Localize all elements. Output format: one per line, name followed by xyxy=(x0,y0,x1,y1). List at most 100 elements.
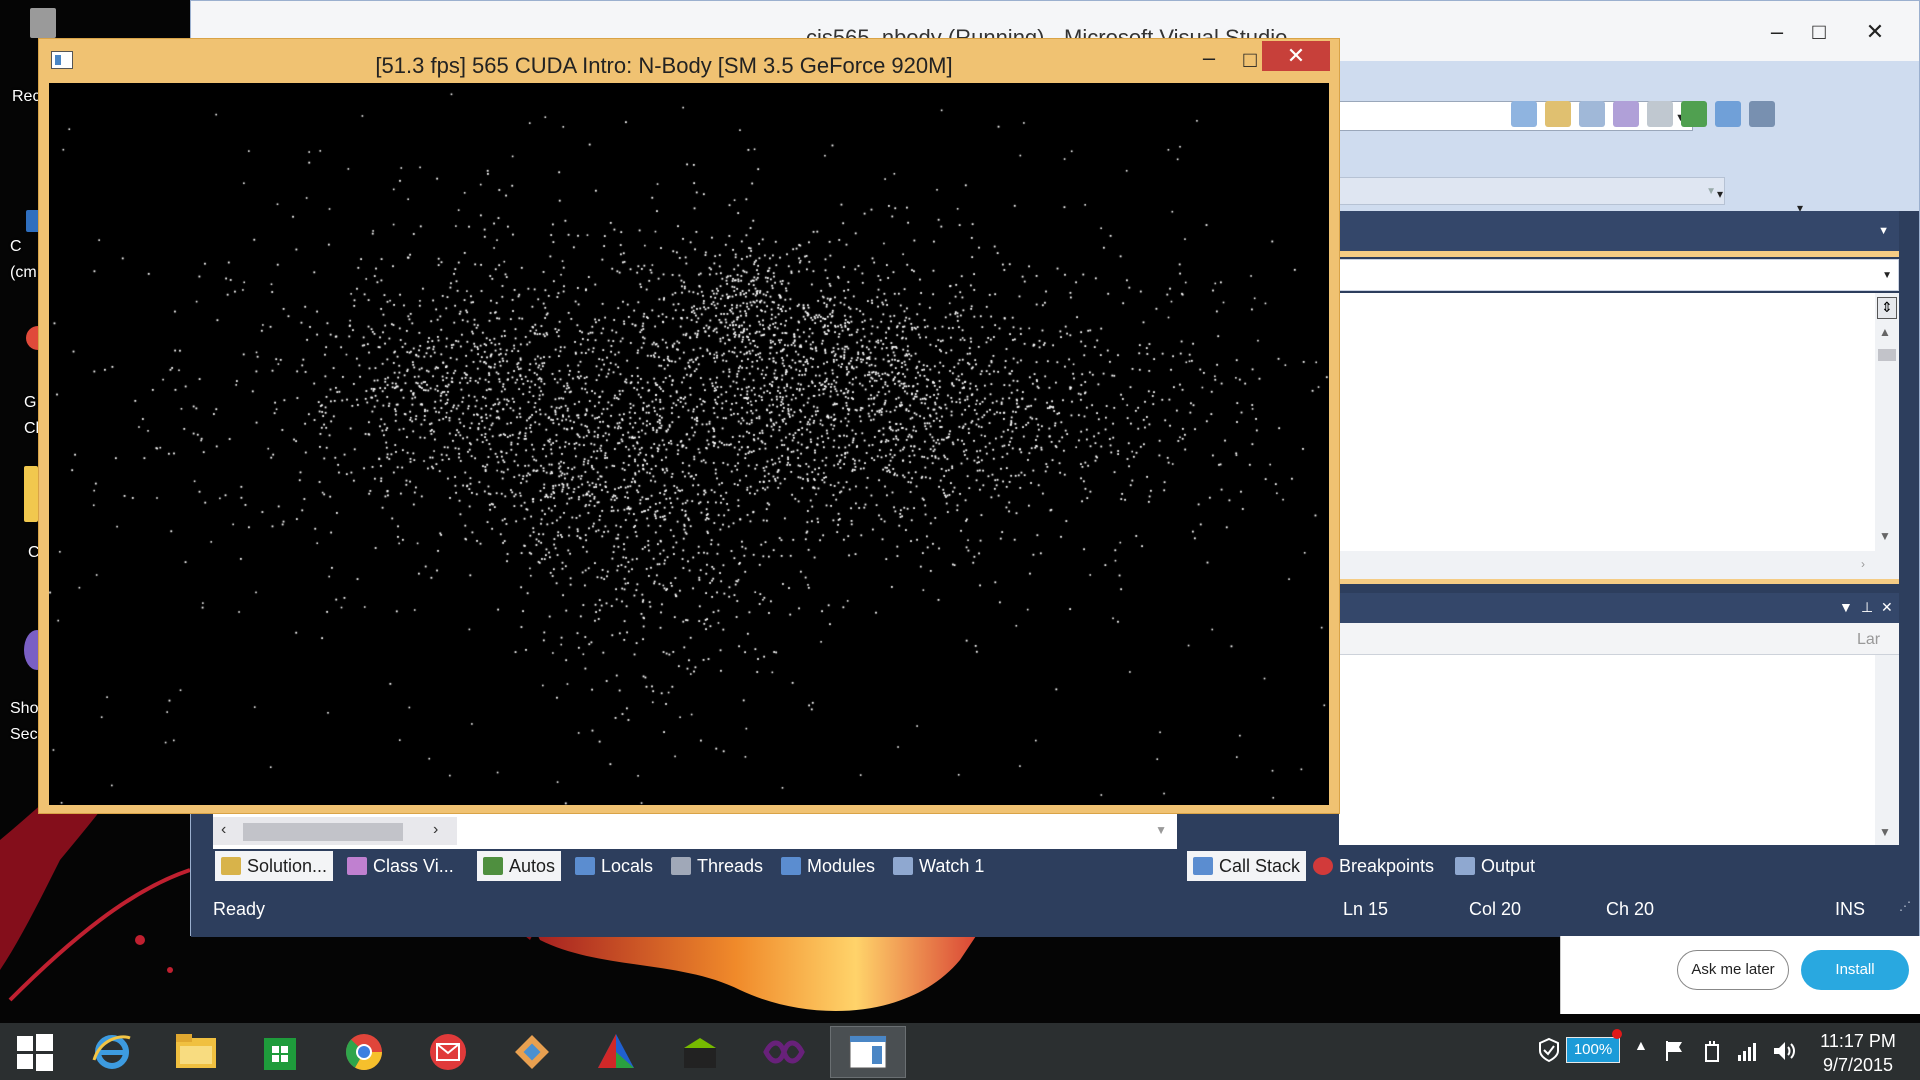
scroll-up-icon[interactable]: ▲ xyxy=(1879,325,1891,339)
visual-studio-icon xyxy=(763,1040,805,1064)
clock-date[interactable]: 9/7/2015 xyxy=(1818,1055,1898,1076)
status-char: Ch 20 xyxy=(1606,899,1655,919)
tab-class-view[interactable]: Class Vi... xyxy=(341,851,460,881)
store-taskbar-button[interactable] xyxy=(242,1026,318,1078)
watch-icon xyxy=(893,857,913,875)
scroll-right-icon[interactable]: › xyxy=(1861,557,1865,571)
action-center-flag-icon[interactable] xyxy=(1664,1039,1686,1068)
tab-label: Autos xyxy=(509,855,556,876)
mail-taskbar-button[interactable] xyxy=(410,1026,486,1078)
output-panel-titlebar: ▼ ⊥ ✕ xyxy=(1339,593,1899,623)
network-signal-icon[interactable] xyxy=(1736,1039,1760,1068)
tab-label: Output xyxy=(1481,855,1536,876)
scroll-thumb[interactable] xyxy=(243,823,403,841)
tab-threads[interactable]: Threads xyxy=(665,851,769,881)
windows-logo-icon xyxy=(17,1034,53,1071)
navigation-combo[interactable]: ▼ xyxy=(1339,259,1899,291)
open-folder-icon[interactable] xyxy=(1545,101,1571,127)
threads-icon xyxy=(671,857,691,875)
status-line: Ln 15 xyxy=(1343,899,1389,919)
scroll-down-icon[interactable]: ▼ xyxy=(1155,823,1167,837)
scroll-left-icon[interactable]: ‹ xyxy=(221,821,226,839)
autos-pane[interactable]: ▼ xyxy=(475,813,1177,849)
panel-close-icon[interactable]: ✕ xyxy=(1881,599,1893,616)
nbody-window: [51.3 fps] 565 CUDA Intro: N-Body [SM 3.… xyxy=(38,38,1340,814)
install-button[interactable]: Install xyxy=(1801,950,1909,990)
properties-icon[interactable] xyxy=(1579,101,1605,127)
chrome-icon xyxy=(345,1034,382,1071)
cmake-taskbar-button[interactable] xyxy=(578,1026,654,1078)
internet-explorer-taskbar-button[interactable] xyxy=(74,1026,150,1078)
call-stack-panel[interactable] xyxy=(1339,655,1875,845)
visual-studio-taskbar-button[interactable] xyxy=(746,1026,822,1078)
scroll-down-icon[interactable]: ▼ xyxy=(1879,825,1891,839)
resize-grip-icon[interactable]: ⋰ xyxy=(1899,899,1911,913)
pin-icon[interactable]: ⊥ xyxy=(1861,599,1873,616)
battery-indicator[interactable]: 100% xyxy=(1566,1037,1620,1063)
tab-list-dropdown-icon[interactable]: ▼ xyxy=(1878,225,1889,237)
editor-horizontal-scrollbar[interactable]: › xyxy=(1339,551,1899,579)
tab-modules[interactable]: Modules xyxy=(775,851,881,881)
git-taskbar-button[interactable] xyxy=(494,1026,570,1078)
file-explorer-taskbar-button[interactable] xyxy=(158,1026,234,1078)
document-tabbar: ▼ xyxy=(1339,211,1899,251)
output-icon xyxy=(1455,857,1475,875)
start-page-icon[interactable] xyxy=(1681,101,1707,127)
tab-call-stack[interactable]: Call Stack xyxy=(1187,851,1307,881)
code-editor[interactable] xyxy=(1339,293,1875,551)
tab-label: Modules xyxy=(807,855,876,876)
toolbox-icon[interactable] xyxy=(1613,101,1639,127)
tab-autos[interactable]: Autos xyxy=(477,851,562,881)
mail-icon xyxy=(430,1034,466,1070)
tab-output[interactable]: Output xyxy=(1449,851,1541,881)
call-stack-scrollbar[interactable]: ▼ xyxy=(1875,655,1899,845)
tab-solution-explorer[interactable]: Solution... xyxy=(215,851,334,881)
nbody-close-button[interactable]: ✕ xyxy=(1262,41,1330,71)
start-button[interactable] xyxy=(0,1026,70,1078)
toolbar-overflow-icon-2[interactable]: ▾ xyxy=(1717,187,1723,201)
toolbar-icon-group xyxy=(1511,101,1775,131)
nbody-render-canvas[interactable] xyxy=(49,83,1329,805)
tab-label: Call Stack xyxy=(1219,855,1301,876)
vs-close-button[interactable]: ✕ xyxy=(1855,17,1895,47)
tab-label: Threads xyxy=(697,855,764,876)
modules-icon xyxy=(781,857,801,875)
solution-horizontal-scrollbar[interactable]: ‹ › xyxy=(213,817,457,845)
power-icon[interactable] xyxy=(1700,1039,1724,1068)
tab-breakpoints[interactable]: Breakpoints xyxy=(1307,851,1440,881)
chrome-taskbar-button[interactable] xyxy=(326,1026,402,1078)
scroll-down-icon[interactable]: ▼ xyxy=(1879,529,1891,543)
tab-locals[interactable]: Locals xyxy=(569,851,659,881)
extension-icon[interactable] xyxy=(1715,101,1741,127)
security-shield-icon[interactable] xyxy=(1538,1037,1560,1068)
panel-dropdown-icon[interactable]: ▼ xyxy=(1839,599,1853,615)
vs-maximize-button[interactable]: □ xyxy=(1799,17,1839,47)
status-text: Ready xyxy=(213,899,266,919)
find-icon[interactable] xyxy=(1511,101,1537,127)
language-column-header[interactable]: Lar xyxy=(1857,631,1880,649)
nbody-taskbar-button[interactable] xyxy=(830,1026,906,1078)
nsight-icon xyxy=(684,1038,716,1068)
solution-explorer-icon xyxy=(221,857,241,875)
tab-watch-1[interactable]: Watch 1 xyxy=(887,851,990,881)
document-active-indicator xyxy=(1339,251,1899,257)
nbody-window-title: [51.3 fps] 565 CUDA Intro: N-Body [SM 3.… xyxy=(375,53,953,78)
split-window-icon[interactable]: ⇕ xyxy=(1877,297,1897,319)
class-view-icon xyxy=(347,857,367,875)
volume-icon[interactable] xyxy=(1772,1039,1798,1068)
file-explorer-icon xyxy=(176,1034,216,1068)
nsight-taskbar-button[interactable] xyxy=(662,1026,738,1078)
ask-me-later-button[interactable]: Ask me later xyxy=(1677,950,1789,990)
tools-icon[interactable] xyxy=(1647,101,1673,127)
vs-minimize-button[interactable]: – xyxy=(1757,17,1797,47)
scroll-thumb[interactable] xyxy=(1878,349,1896,361)
clock-time[interactable]: 11:17 PM xyxy=(1818,1031,1898,1052)
vs-status-bar: Ready Ln 15 Col 20 Ch 20 INS ⋰ xyxy=(203,893,1919,927)
command-window-icon[interactable] xyxy=(1749,101,1775,127)
scroll-right-icon[interactable]: › xyxy=(433,821,438,839)
tab-label: Locals xyxy=(601,855,654,876)
nbody-minimize-button[interactable]: – xyxy=(1191,45,1227,75)
debug-target-combo[interactable]: ▼ xyxy=(1339,177,1725,205)
editor-vertical-scrollbar[interactable]: ⇕ ▲ ▼ xyxy=(1875,293,1899,551)
show-hidden-icons-icon[interactable]: ▲ xyxy=(1634,1037,1648,1053)
